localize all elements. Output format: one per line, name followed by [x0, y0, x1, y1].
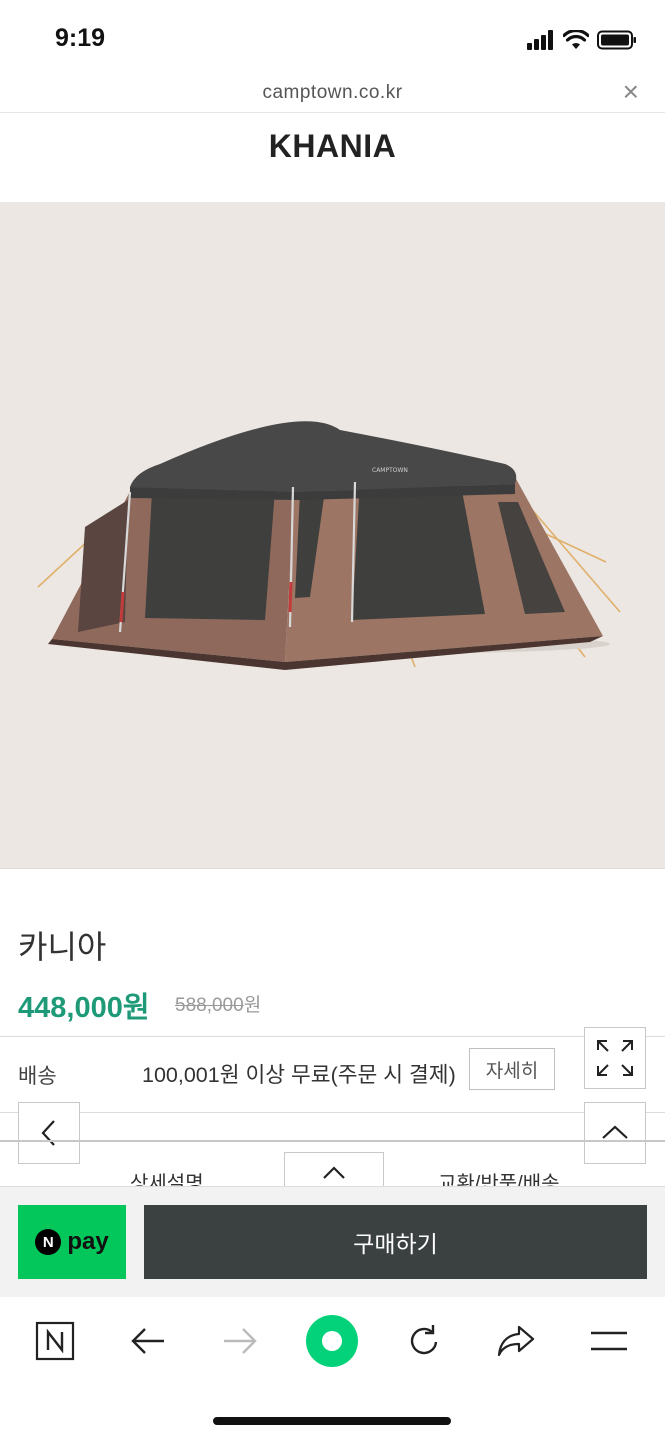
status-time: 9:19 [55, 24, 106, 52]
share-button[interactable] [486, 1311, 546, 1371]
close-icon[interactable]: × [623, 76, 639, 108]
tab-bar: 상세설명 교환/반품/배송 [0, 1140, 665, 1188]
nav-forward-button[interactable] [210, 1311, 270, 1371]
tent-brand-text: CAMPTOWN [372, 467, 408, 474]
product-image[interactable]: CAMPTOWN [0, 202, 665, 869]
share-arrow-icon [497, 1325, 535, 1357]
sale-price: 448,000원 [18, 992, 150, 1024]
tab-exchange-return-shipping[interactable]: 교환/반품/배송 [438, 1167, 560, 1188]
fullscreen-button[interactable] [584, 1027, 646, 1089]
original-price-unit: 원 [243, 995, 262, 1016]
divider [0, 1112, 665, 1113]
hamburger-menu-icon [591, 1331, 627, 1351]
npay-logo-icon: N [35, 1229, 62, 1255]
green-dot-button[interactable] [302, 1311, 362, 1371]
product-name: 카니아 [18, 929, 107, 965]
nav-back-button[interactable] [118, 1311, 178, 1371]
npay-label: pay [67, 1228, 109, 1255]
menu-button[interactable] [579, 1311, 639, 1371]
buy-button[interactable]: 구매하기 [144, 1205, 647, 1279]
tab-collapse-handle[interactable] [284, 1152, 384, 1188]
site-title[interactable]: KHANIA [0, 128, 665, 165]
status-icons [527, 28, 637, 52]
arrow-left-icon [131, 1328, 164, 1354]
expand-icon [597, 1040, 633, 1076]
tab-detail[interactable]: 상세설명 [130, 1167, 204, 1188]
green-dot-icon [306, 1315, 358, 1367]
shipping-text: 100,001원 이상 무료(주문 시 결제) [142, 1063, 456, 1087]
shipping-detail-button[interactable]: 자세히 [469, 1048, 555, 1090]
naver-n-icon [35, 1321, 75, 1361]
purchase-bar: N pay 구매하기 [0, 1186, 665, 1298]
divider [0, 1036, 665, 1037]
tent-image: CAMPTOWN [37, 421, 621, 670]
signal-icon [527, 30, 553, 50]
shipping-label: 배송 [18, 1065, 57, 1088]
original-price-number: 588,000 [175, 995, 244, 1016]
url-text[interactable]: camptown.co.kr [0, 82, 665, 104]
npay-button[interactable]: N pay [18, 1205, 126, 1279]
refresh-icon [410, 1325, 438, 1355]
wifi-icon [563, 30, 589, 49]
naver-home-button[interactable] [25, 1311, 85, 1371]
arrow-right-icon [224, 1328, 257, 1354]
url-bar[interactable]: camptown.co.kr × [0, 70, 665, 113]
original-price: 588,000원 [175, 990, 261, 1017]
chevron-up-icon [323, 1166, 345, 1179]
battery-icon [597, 30, 636, 50]
refresh-button[interactable] [394, 1311, 454, 1371]
home-indicator [213, 1417, 451, 1425]
